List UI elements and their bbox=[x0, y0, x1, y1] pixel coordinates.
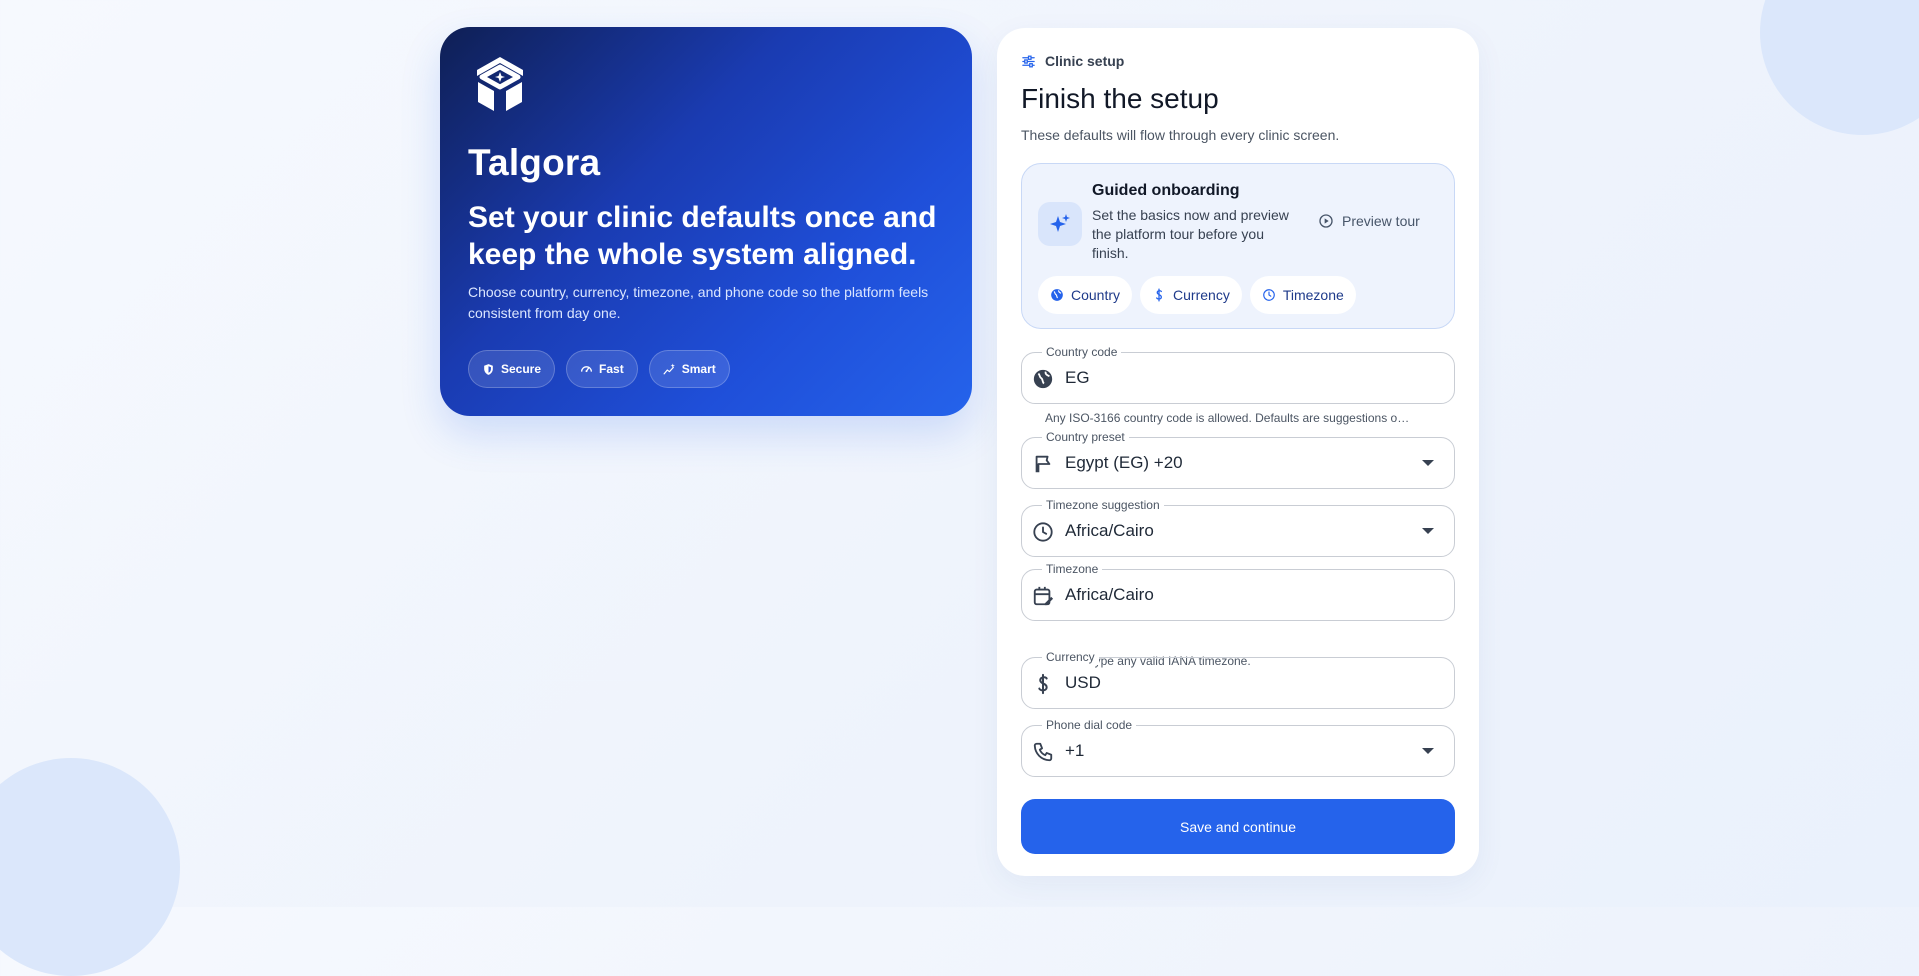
chip-timezone: Timezone bbox=[1249, 276, 1356, 314]
shield-icon bbox=[484, 363, 493, 375]
tune-icon bbox=[1022, 55, 1035, 67]
talgora-logo-icon bbox=[477, 57, 523, 111]
timezone-suggestion-value: Africa/Cairo bbox=[1065, 521, 1154, 540]
page-subtitle: These defaults will flow through every c… bbox=[1021, 127, 1340, 143]
currency-field[interactable]: Currency bbox=[1021, 649, 1455, 709]
phone-dial-code-value: +1 bbox=[1065, 741, 1085, 760]
chevron-down-icon bbox=[1422, 460, 1434, 466]
dollar-icon bbox=[1156, 288, 1163, 302]
chip-label: Country bbox=[1071, 287, 1121, 303]
setup-card: Clinic setup Finish the setup These defa… bbox=[997, 28, 1479, 876]
onboarding-title: Guided onboarding bbox=[1092, 182, 1240, 199]
chip-label: Timezone bbox=[1282, 287, 1344, 303]
clock-icon bbox=[1262, 289, 1275, 301]
hero-description: Choose country, currency, timezone, and … bbox=[468, 284, 929, 321]
country-code-field[interactable]: Country code bbox=[1021, 344, 1455, 404]
dollar-icon bbox=[1038, 673, 1048, 695]
chip-fast: Fast bbox=[566, 350, 638, 388]
chip-label: Smart bbox=[681, 362, 716, 376]
sparkles-icon bbox=[1050, 214, 1070, 232]
play-circle-icon bbox=[1319, 214, 1333, 228]
onboarding-chips: Country Currency Timezone bbox=[1038, 276, 1356, 314]
chip-smart: Smart bbox=[648, 350, 730, 388]
calendar-edit-icon bbox=[1033, 586, 1054, 606]
chip-currency: Currency bbox=[1140, 276, 1242, 314]
breadcrumb: Clinic setup bbox=[1021, 53, 1124, 69]
chevron-down-icon bbox=[1422, 528, 1434, 534]
clock-icon bbox=[1033, 522, 1053, 542]
timezone-field[interactable]: Timezone bbox=[1021, 561, 1455, 621]
brand-name: Talgora bbox=[468, 142, 601, 183]
page-title: Finish the setup bbox=[1021, 83, 1219, 114]
onboarding-icon-tile bbox=[1038, 202, 1082, 246]
decorative-circle-bottom-left bbox=[0, 758, 180, 976]
guided-onboarding-panel: Guided onboarding Set the basics now and… bbox=[1021, 163, 1455, 329]
currency-input[interactable] bbox=[1065, 658, 1425, 708]
flag-icon bbox=[1035, 455, 1051, 473]
chip-label: Fast bbox=[599, 362, 624, 376]
hero-card: Talgora Set your clinic defaults once an… bbox=[440, 27, 972, 416]
chip-country: Country bbox=[1038, 276, 1133, 314]
breadcrumb-label: Clinic setup bbox=[1045, 53, 1125, 69]
phone-dial-code-select[interactable]: Phone dial code +1 bbox=[1021, 717, 1455, 777]
chevron-down-icon bbox=[1422, 748, 1434, 754]
hero-headline: Set your clinic defaults once and keep t… bbox=[468, 201, 937, 271]
hero-chips: Secure Fast Smart bbox=[468, 350, 730, 388]
timezone-input[interactable] bbox=[1065, 570, 1425, 620]
country-preset-select[interactable]: Country preset Egypt (EG) +20 bbox=[1021, 429, 1455, 489]
country-preset-value: Egypt (EG) +20 bbox=[1065, 453, 1183, 472]
preview-tour-button[interactable]: Preview tour bbox=[1318, 213, 1420, 229]
sparkle-trend-icon bbox=[663, 363, 675, 374]
globe-icon bbox=[1033, 369, 1053, 389]
chip-secure: Secure bbox=[468, 350, 556, 388]
country-code-input[interactable] bbox=[1065, 353, 1425, 403]
phone-icon bbox=[1033, 742, 1053, 762]
decorative-circle-top-right bbox=[1760, 0, 1919, 135]
save-and-continue-button[interactable]: Save and continue bbox=[1021, 799, 1455, 854]
globe-icon bbox=[1051, 289, 1063, 301]
preview-tour-label: Preview tour bbox=[1342, 213, 1420, 229]
onboarding-description: Set the basics now and preview the platf… bbox=[1092, 207, 1289, 261]
chip-label: Currency bbox=[1173, 287, 1230, 303]
speedometer-icon bbox=[581, 365, 593, 372]
timezone-suggestion-select[interactable]: Timezone suggestion Africa/Cairo bbox=[1021, 497, 1455, 557]
chip-label: Secure bbox=[501, 362, 542, 376]
country-code-hint: Any ISO-3166 country code is allowed. De… bbox=[1045, 411, 1410, 425]
